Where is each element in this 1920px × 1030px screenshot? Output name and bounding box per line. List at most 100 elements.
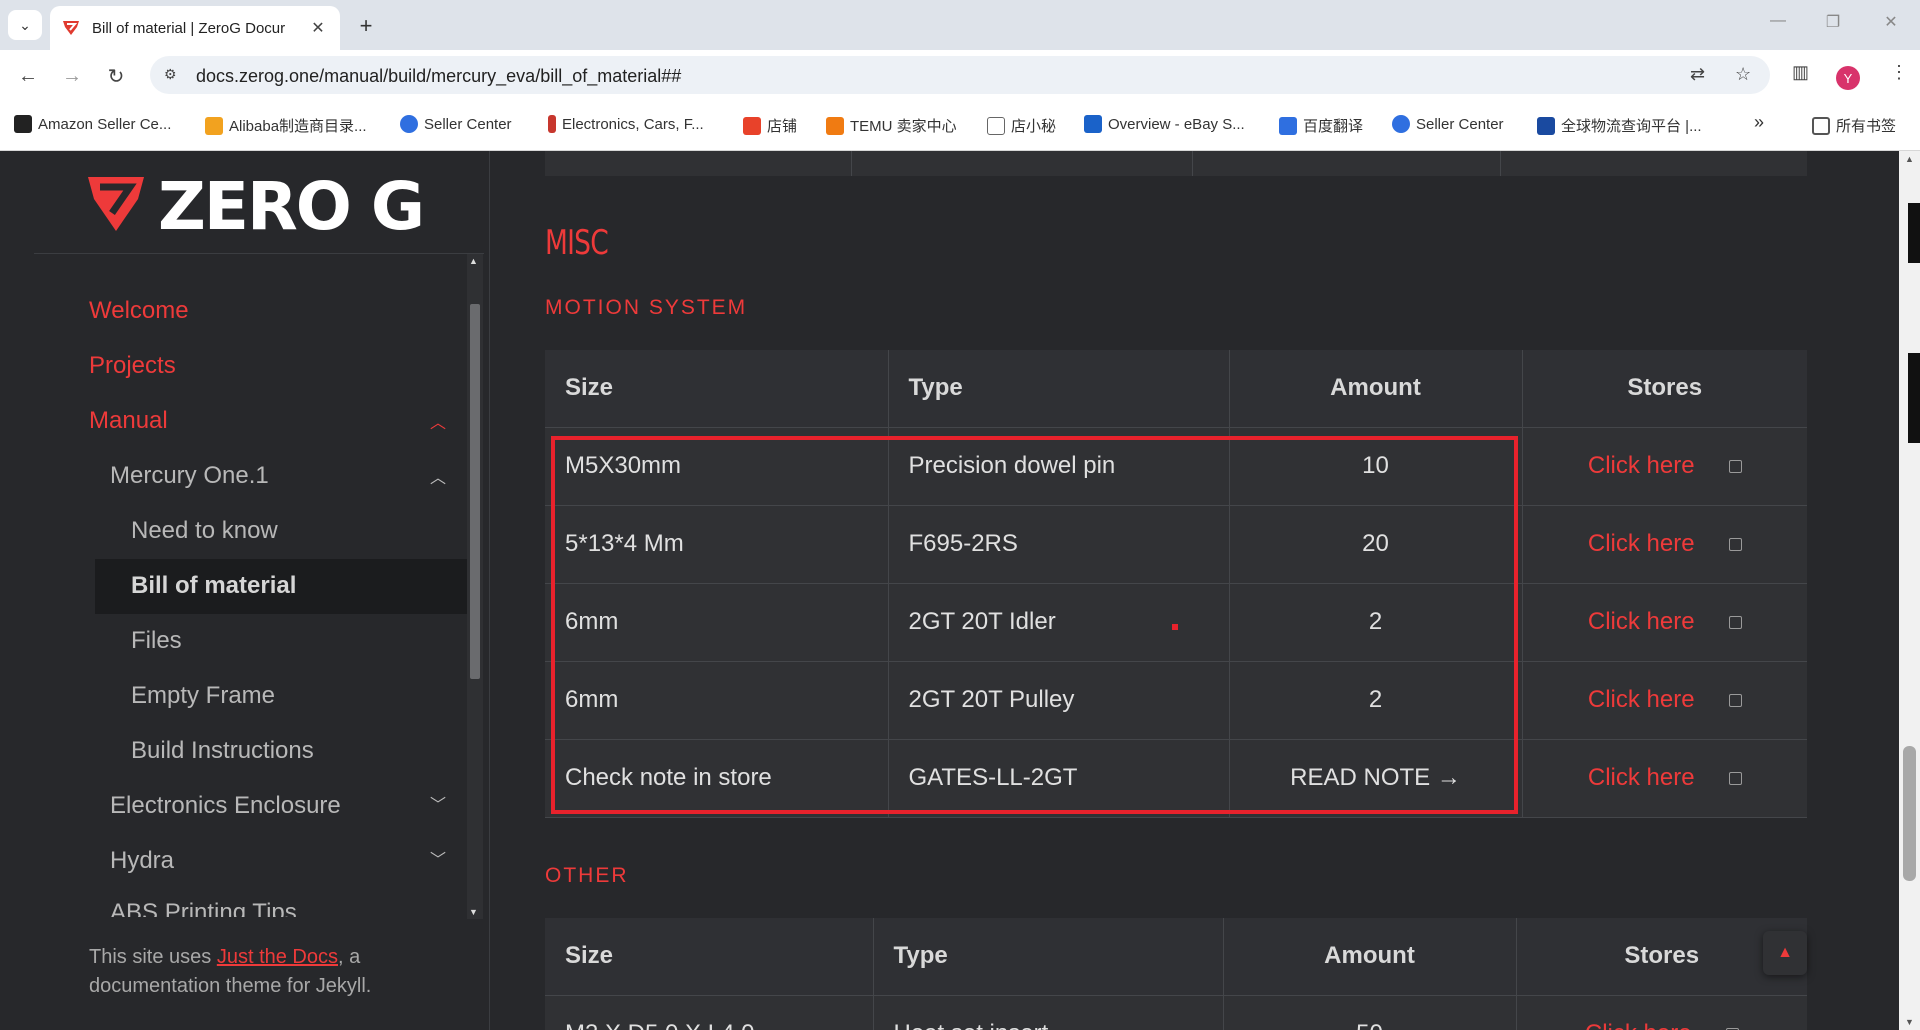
table-row: Check note in store GATES-LL-2GT READ NO… <box>545 739 1807 818</box>
bookmarks-bar: Amazon Seller Ce... Alibaba制造商目录... Sell… <box>0 100 1920 151</box>
row-checkbox[interactable] <box>1728 460 1742 474</box>
nav-abs-printing-tips[interactable]: ABS Printing Tips <box>110 899 297 917</box>
header-amount: Amount <box>1223 918 1517 996</box>
url-text[interactable]: docs.zerog.one/manual/build/mercury_eva/… <box>196 66 681 87</box>
back-to-top-button[interactable]: ▲ <box>1763 931 1807 975</box>
site-info-icon[interactable]: ⚙ <box>164 66 177 83</box>
chevron-down-icon[interactable]: ﹀ <box>430 846 446 870</box>
bookmark-icon <box>1279 116 1297 135</box>
reload-icon[interactable]: ↻ <box>100 60 132 92</box>
nav-hydra[interactable]: Hydra <box>110 847 174 875</box>
bookmark-item[interactable]: 店小秘 <box>987 115 1056 136</box>
just-the-docs-link[interactable]: Just the Docs <box>217 946 338 968</box>
bookmark-icon <box>826 116 844 135</box>
nav-manual[interactable]: Manual <box>89 407 168 435</box>
profile-avatar[interactable]: Y <box>1836 66 1860 90</box>
main-content: MISC MOTION SYSTEM Size Type Amount Stor… <box>491 151 1899 1030</box>
nav-build-instructions[interactable]: Build Instructions <box>131 737 314 765</box>
bookmark-icon <box>1084 115 1102 133</box>
bookmark-star-icon[interactable]: ☆ <box>1735 64 1751 85</box>
scroll-down-icon[interactable]: ▼ <box>1905 1017 1914 1027</box>
nav-electronics-enclosure[interactable]: Electronics Enclosure <box>110 792 341 820</box>
store-link[interactable]: Click here <box>1588 452 1695 479</box>
table-header-row: Size Type Amount Stores <box>545 350 1807 428</box>
edge-floating-widget[interactable] <box>1908 353 1920 443</box>
cell-amount: 2 <box>1229 661 1523 740</box>
row-checkbox[interactable] <box>1728 538 1742 552</box>
table-header-row: Size Type Amount Stores <box>545 918 1807 996</box>
bookmark-item[interactable]: TEMU 卖家中心 <box>826 115 957 136</box>
tab-close-icon[interactable]: ✕ <box>308 18 328 38</box>
back-icon[interactable]: ← <box>12 60 44 92</box>
header-type: Type <box>888 350 1230 428</box>
bookmark-item[interactable]: 全球物流查询平台 |... <box>1537 115 1702 136</box>
all-bookmarks-button[interactable]: 所有书签 <box>1812 115 1896 136</box>
cell-store: Click here <box>1522 739 1807 818</box>
scroll-down-icon[interactable]: ▼ <box>469 907 478 917</box>
store-link[interactable]: Click here <box>1588 686 1695 713</box>
bookmark-item[interactable]: Amazon Seller Ce... <box>14 115 171 133</box>
nav-empty-frame[interactable]: Empty Frame <box>131 682 275 710</box>
motion-system-table: Size Type Amount Stores M5X30mm Precisio… <box>545 350 1807 818</box>
table-row: 6mm 2GT 20T Idler 2 Click here <box>545 583 1807 662</box>
scroll-up-icon[interactable]: ▲ <box>469 256 478 266</box>
translate-icon[interactable]: ⇄ <box>1690 64 1705 85</box>
cell-size: 6mm <box>545 583 889 662</box>
forward-icon[interactable]: → <box>56 60 88 92</box>
row-checkbox[interactable] <box>1728 616 1742 630</box>
header-type: Type <box>873 918 1224 996</box>
minimize-button[interactable]: — <box>1763 12 1793 30</box>
cell-size: Check note in store <box>545 739 889 818</box>
nav-projects[interactable]: Projects <box>89 352 176 380</box>
read-note-link[interactable]: READ NOTE → <box>1229 739 1523 818</box>
sidebar-scrollbar[interactable]: ▲ ▼ <box>467 254 483 919</box>
row-checkbox[interactable] <box>1728 694 1742 708</box>
side-panel-icon[interactable]: ▥ <box>1792 62 1809 83</box>
menu-icon[interactable]: ⋮ <box>1890 62 1908 83</box>
store-link[interactable]: Click here <box>1585 1020 1692 1030</box>
zerog-logo[interactable]: ZERO G <box>86 168 436 245</box>
chevron-down-icon[interactable]: ﹀ <box>430 791 446 815</box>
more-bookmarks-icon[interactable]: » <box>1754 112 1764 133</box>
other-heading: OTHER <box>545 864 629 887</box>
new-tab-button[interactable]: + <box>352 12 380 40</box>
sidebar-scroll-thumb[interactable] <box>470 304 480 679</box>
bookmark-item[interactable]: Alibaba制造商目录... <box>205 115 367 136</box>
bookmark-item[interactable]: Electronics, Cars, F... <box>548 115 704 133</box>
cell-type: Precision dowel pin <box>888 427 1230 506</box>
nav-files[interactable]: Files <box>131 627 182 655</box>
nav-welcome[interactable]: Welcome <box>89 297 189 325</box>
bookmark-item[interactable]: 百度翻译 <box>1279 115 1363 136</box>
chevron-up-icon[interactable]: ︿ <box>430 409 446 433</box>
restore-button[interactable]: ❐ <box>1818 12 1848 32</box>
chevron-up-icon[interactable]: ︿ <box>430 464 446 488</box>
store-link[interactable]: Click here <box>1588 608 1695 635</box>
cell-store: Click here <box>1516 995 1807 1030</box>
header-size: Size <box>545 350 889 428</box>
nav-mercury-one[interactable]: Mercury One.1 <box>110 462 269 490</box>
nav-need-to-know[interactable]: Need to know <box>131 517 278 545</box>
address-bar[interactable]: ⚙ docs.zerog.one/manual/build/mercury_ev… <box>150 56 1770 94</box>
bookmark-item[interactable]: Seller Center <box>400 115 512 133</box>
bookmark-item[interactable]: Seller Center <box>1392 115 1504 133</box>
zerog-favicon-icon <box>63 21 79 35</box>
scroll-up-icon[interactable]: ▲ <box>1905 154 1914 164</box>
edge-floating-widget[interactable] <box>1908 203 1920 263</box>
bookmark-icon <box>400 115 418 133</box>
row-checkbox[interactable] <box>1728 772 1742 786</box>
store-link[interactable]: Click here <box>1588 764 1695 791</box>
page-scroll-thumb[interactable] <box>1903 746 1916 881</box>
page-scrollbar[interactable]: ▲ ▼ <box>1899 151 1920 1030</box>
store-link[interactable]: Click here <box>1588 530 1695 557</box>
bookmark-item[interactable]: Overview - eBay S... <box>1084 115 1245 133</box>
nav-bill-of-material[interactable]: Bill of material <box>131 572 296 600</box>
browser-tab[interactable]: Bill of material | ZeroG Docur ✕ <box>50 6 340 50</box>
close-window-button[interactable]: ✕ <box>1876 12 1906 32</box>
header-size: Size <box>545 918 874 996</box>
logo-divider <box>34 253 484 254</box>
other-table: Size Type Amount Stores M3 X D5.0 X L4.0… <box>545 918 1807 1030</box>
bookmark-item[interactable]: 店铺 <box>743 115 797 136</box>
cell-type: 2GT 20T Idler <box>888 583 1230 662</box>
tab-search-button[interactable]: ⌄ <box>8 10 42 40</box>
cell-store: Click here <box>1522 583 1807 662</box>
